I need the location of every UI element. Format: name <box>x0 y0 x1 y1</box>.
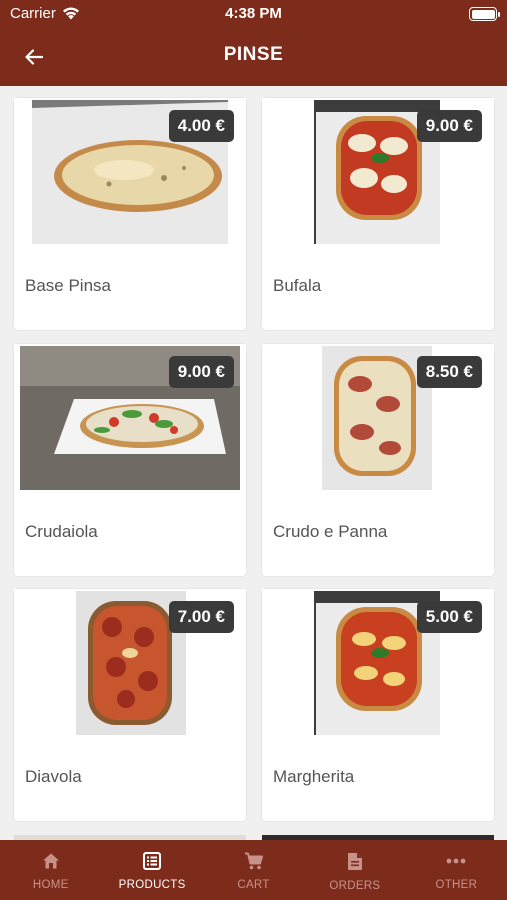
home-icon <box>42 853 59 869</box>
tab-orders[interactable]: ORDERS <box>304 840 405 900</box>
tab-products[interactable]: PRODUCTS <box>101 840 202 900</box>
more-dots-icon <box>446 858 466 864</box>
product-name: Base Pinsa <box>25 276 111 295</box>
document-icon <box>347 853 362 870</box>
app-header: Carrier 4:38 PM PINSE <box>0 0 507 86</box>
price-badge: 5.00 € <box>416 601 482 633</box>
tab-label: HOME <box>32 879 69 891</box>
product-image: 8.50 € <box>262 344 494 492</box>
status-bar: Carrier 4:38 PM <box>0 0 507 28</box>
price-badge: 9.00 € <box>416 110 482 142</box>
product-name: Bufala <box>273 276 322 295</box>
tab-other[interactable]: OTHER <box>406 840 507 900</box>
product-name: Margherita <box>273 767 355 786</box>
menu-list-icon <box>143 852 162 870</box>
tab-cart[interactable]: CART <box>203 840 304 900</box>
tab-label: PRODUCTS <box>118 879 186 891</box>
product-card[interactable]: 5.00 € Margherita <box>262 589 494 821</box>
tab-label: CART <box>237 879 270 891</box>
product-image: 9.00 € <box>262 98 494 246</box>
product-image: 5.00 € <box>262 589 494 737</box>
product-card[interactable]: 9.00 € Crudaiola <box>14 344 246 576</box>
product-name: Crudaiola <box>25 522 98 541</box>
price-badge: 7.00 € <box>168 601 234 633</box>
product-name: Crudo e Panna <box>273 522 388 541</box>
price-badge: 8.50 € <box>416 356 482 388</box>
price-badge: 4.00 € <box>168 110 234 142</box>
navigation-bar: PINSE <box>0 28 507 86</box>
product-card[interactable]: 9.00 € Bufala <box>262 98 494 330</box>
product-image: 7.00 € <box>14 589 246 737</box>
tab-label: OTHER <box>435 879 478 891</box>
status-time: 4:38 PM <box>225 5 282 22</box>
price-badge: 9.00 € <box>168 356 234 388</box>
product-image: 4.00 € <box>14 98 246 246</box>
tab-label: ORDERS <box>329 880 381 892</box>
product-card[interactable]: 8.50 € Crudo e Panna <box>262 344 494 576</box>
page-title: PINSE <box>223 44 284 65</box>
product-image: 9.00 € <box>14 344 246 492</box>
product-card[interactable]: 7.00 € Diavola <box>14 589 246 821</box>
product-name: Diavola <box>25 767 82 786</box>
product-card[interactable]: 4.00 € Base Pinsa <box>14 98 246 330</box>
tab-home[interactable]: HOME <box>0 840 101 900</box>
battery-icon <box>469 7 500 21</box>
bottom-tab-bar: HOME PRODUCTS CART ORDERS OTHER <box>0 840 507 900</box>
cart-icon <box>244 852 263 870</box>
